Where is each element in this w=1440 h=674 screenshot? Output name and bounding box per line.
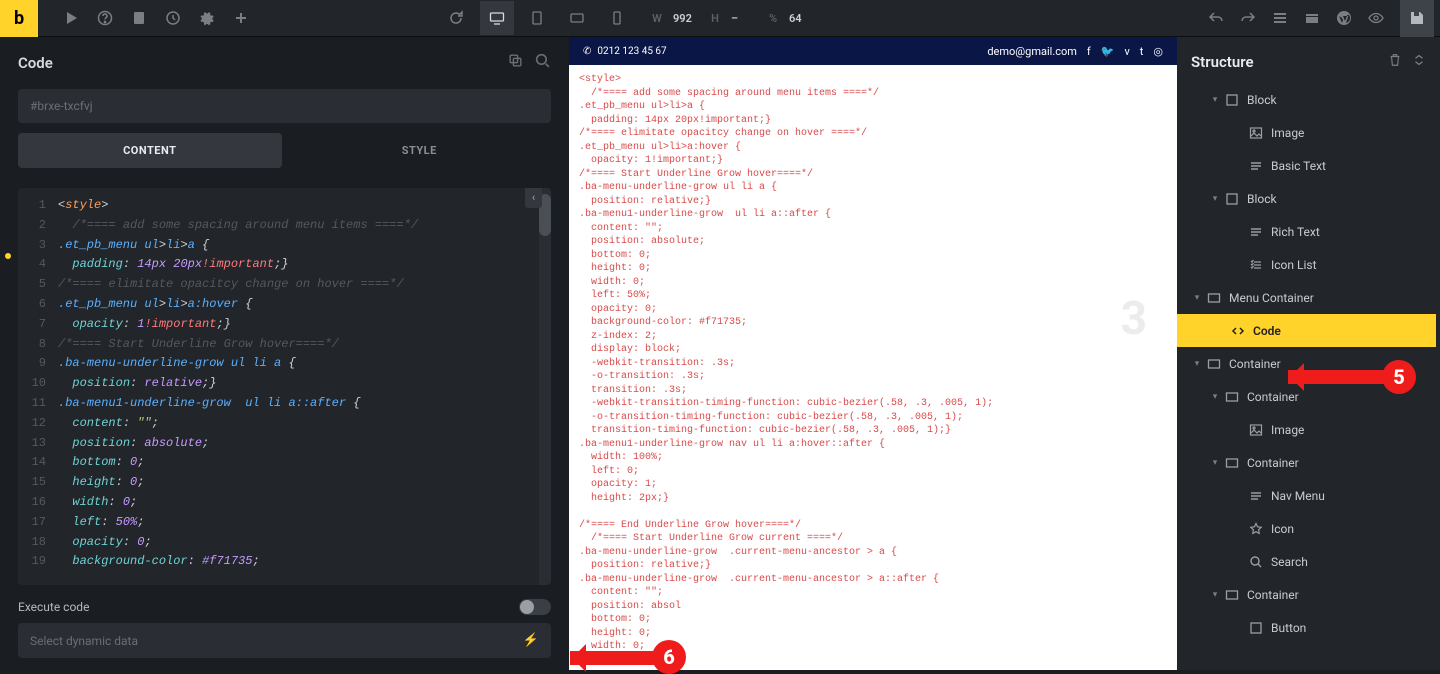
panel-title: Code	[18, 54, 53, 72]
lines-icon	[1249, 225, 1263, 239]
play-icon[interactable]	[63, 10, 79, 26]
search-icon[interactable]	[534, 52, 551, 73]
code-body[interactable]: <style> /*==== add some spacing around m…	[52, 188, 539, 585]
tree-item-image[interactable]: Image	[1177, 413, 1436, 446]
code-editor[interactable]: ‹ 12345678910111213141516171819 <style> …	[18, 188, 551, 585]
wordpress-icon[interactable]	[1336, 10, 1352, 26]
list-icon	[1249, 258, 1263, 272]
preview-header-bar: ✆ 0212 123 45 67 demo@gmail.com f 🐦 v t …	[569, 37, 1177, 65]
tab-content[interactable]: CONTENT	[18, 133, 282, 168]
tree-item-block[interactable]: ▾Block	[1177, 83, 1436, 116]
tree-item-nav-menu[interactable]: Nav Menu	[1177, 479, 1436, 512]
width-value[interactable]: 992	[673, 12, 699, 25]
annotation-arrow-6	[570, 651, 660, 665]
rect-icon	[1207, 357, 1221, 371]
collapse-panel-button[interactable]: ‹	[525, 188, 542, 208]
tree-item-image[interactable]: Image	[1177, 116, 1436, 149]
toolbar-left-group	[38, 10, 448, 26]
zoom-label: %	[764, 12, 782, 25]
device-mobile-button[interactable]	[600, 1, 634, 35]
preview-email: demo@gmail.com	[987, 45, 1077, 58]
structure-panel: Structure ▾BlockImageBasic Text▾BlockRic…	[1177, 37, 1440, 670]
code-scrollbar[interactable]	[539, 188, 551, 585]
rect-icon	[1225, 390, 1239, 404]
pages-icon[interactable]	[131, 10, 147, 26]
tree-item-container[interactable]: ▾Container	[1177, 578, 1436, 611]
unsaved-indicator-icon	[5, 253, 11, 259]
tree-item-rich-text[interactable]: Rich Text	[1177, 215, 1436, 248]
tree-item-block[interactable]: ▾Block	[1177, 182, 1436, 215]
search-icon	[1249, 555, 1263, 569]
preview-slide-number: 3	[1121, 292, 1147, 346]
dynamic-data-select[interactable]: Select dynamic data ⚡	[18, 623, 551, 658]
annotation-badge-5: 5	[1382, 360, 1416, 394]
twitter-icon[interactable]: 🐦	[1101, 45, 1115, 58]
tree-item-search[interactable]: Search	[1177, 545, 1436, 578]
preview-code-output: <style> /*==== add some spacing around m…	[569, 65, 1177, 670]
execute-code-label: Execute code	[18, 600, 89, 614]
refresh-icon[interactable]	[448, 10, 464, 26]
expand-icon[interactable]	[1412, 52, 1426, 71]
image-icon	[1249, 126, 1263, 140]
tree-item-container[interactable]: ▾Container	[1177, 446, 1436, 479]
annotation-badge-6: 6	[652, 640, 686, 674]
toolbar-center-group: W 992 H – % 64	[480, 1, 823, 35]
lines-icon	[1249, 489, 1263, 503]
tree-item-icon-list[interactable]: Icon List	[1177, 248, 1436, 281]
delete-icon[interactable]	[1388, 52, 1402, 71]
toolbar-right-group	[1208, 0, 1440, 37]
revisions-icon[interactable]	[165, 10, 181, 26]
tree-item-menu-container[interactable]: ▾Menu Container	[1177, 281, 1436, 314]
tree-item-icon[interactable]: Icon	[1177, 512, 1436, 545]
lines-icon	[1249, 159, 1263, 173]
templates-icon[interactable]	[1304, 10, 1320, 26]
square-icon	[1225, 93, 1239, 107]
code-gutter: 12345678910111213141516171819	[18, 188, 52, 585]
square-icon	[1249, 621, 1263, 635]
preview-canvas[interactable]: ✆ 0212 123 45 67 demo@gmail.com f 🐦 v t …	[569, 37, 1177, 670]
execute-code-toggle[interactable]	[519, 599, 551, 615]
image-icon	[1249, 423, 1263, 437]
height-value[interactable]: –	[731, 12, 757, 25]
save-button[interactable]	[1400, 0, 1434, 37]
vimeo-icon[interactable]: v	[1124, 45, 1129, 58]
settings-icon[interactable]	[199, 10, 215, 26]
instagram-icon[interactable]: ◎	[1153, 45, 1163, 58]
device-tablet-portrait-button[interactable]	[520, 1, 554, 35]
redo-icon[interactable]	[1240, 10, 1256, 26]
width-label: W	[648, 12, 666, 25]
top-toolbar: b W 992 H – % 64	[0, 0, 1440, 37]
star-icon	[1249, 522, 1263, 536]
rect-icon	[1207, 291, 1221, 305]
device-desktop-button[interactable]	[480, 1, 514, 35]
app-logo[interactable]: b	[0, 0, 38, 37]
zoom-value[interactable]: 64	[789, 12, 815, 25]
undo-icon[interactable]	[1208, 10, 1224, 26]
height-label: H	[706, 12, 724, 25]
preview-icon[interactable]	[1368, 10, 1384, 26]
code-icon	[1231, 324, 1245, 338]
left-panel: Code #brxe-txcfvj CONTENT STYLE ‹ 123456…	[0, 37, 569, 670]
preview-phone: 0212 123 45 67	[597, 46, 666, 57]
tree-item-code[interactable]: Code	[1177, 314, 1436, 347]
element-id-input[interactable]: #brxe-txcfvj	[18, 89, 551, 123]
tab-style[interactable]: STYLE	[288, 133, 552, 168]
add-icon[interactable]	[233, 10, 249, 26]
copy-icon[interactable]	[507, 52, 524, 73]
tree-item-basic-text[interactable]: Basic Text	[1177, 149, 1436, 182]
help-icon[interactable]	[97, 10, 113, 26]
square-icon	[1225, 192, 1239, 206]
annotation-arrow-5	[1288, 370, 1388, 384]
structure-title: Structure	[1191, 53, 1254, 71]
bolt-icon: ⚡	[523, 633, 539, 648]
tumblr-icon[interactable]: t	[1140, 45, 1144, 58]
facebook-icon[interactable]: f	[1087, 45, 1091, 58]
rect-icon	[1225, 456, 1239, 470]
rect-icon	[1225, 588, 1239, 602]
device-tablet-landscape-button[interactable]	[560, 1, 594, 35]
tree-item-button[interactable]: Button	[1177, 611, 1436, 644]
structure-icon[interactable]	[1272, 10, 1288, 26]
phone-icon: ✆	[583, 46, 591, 57]
